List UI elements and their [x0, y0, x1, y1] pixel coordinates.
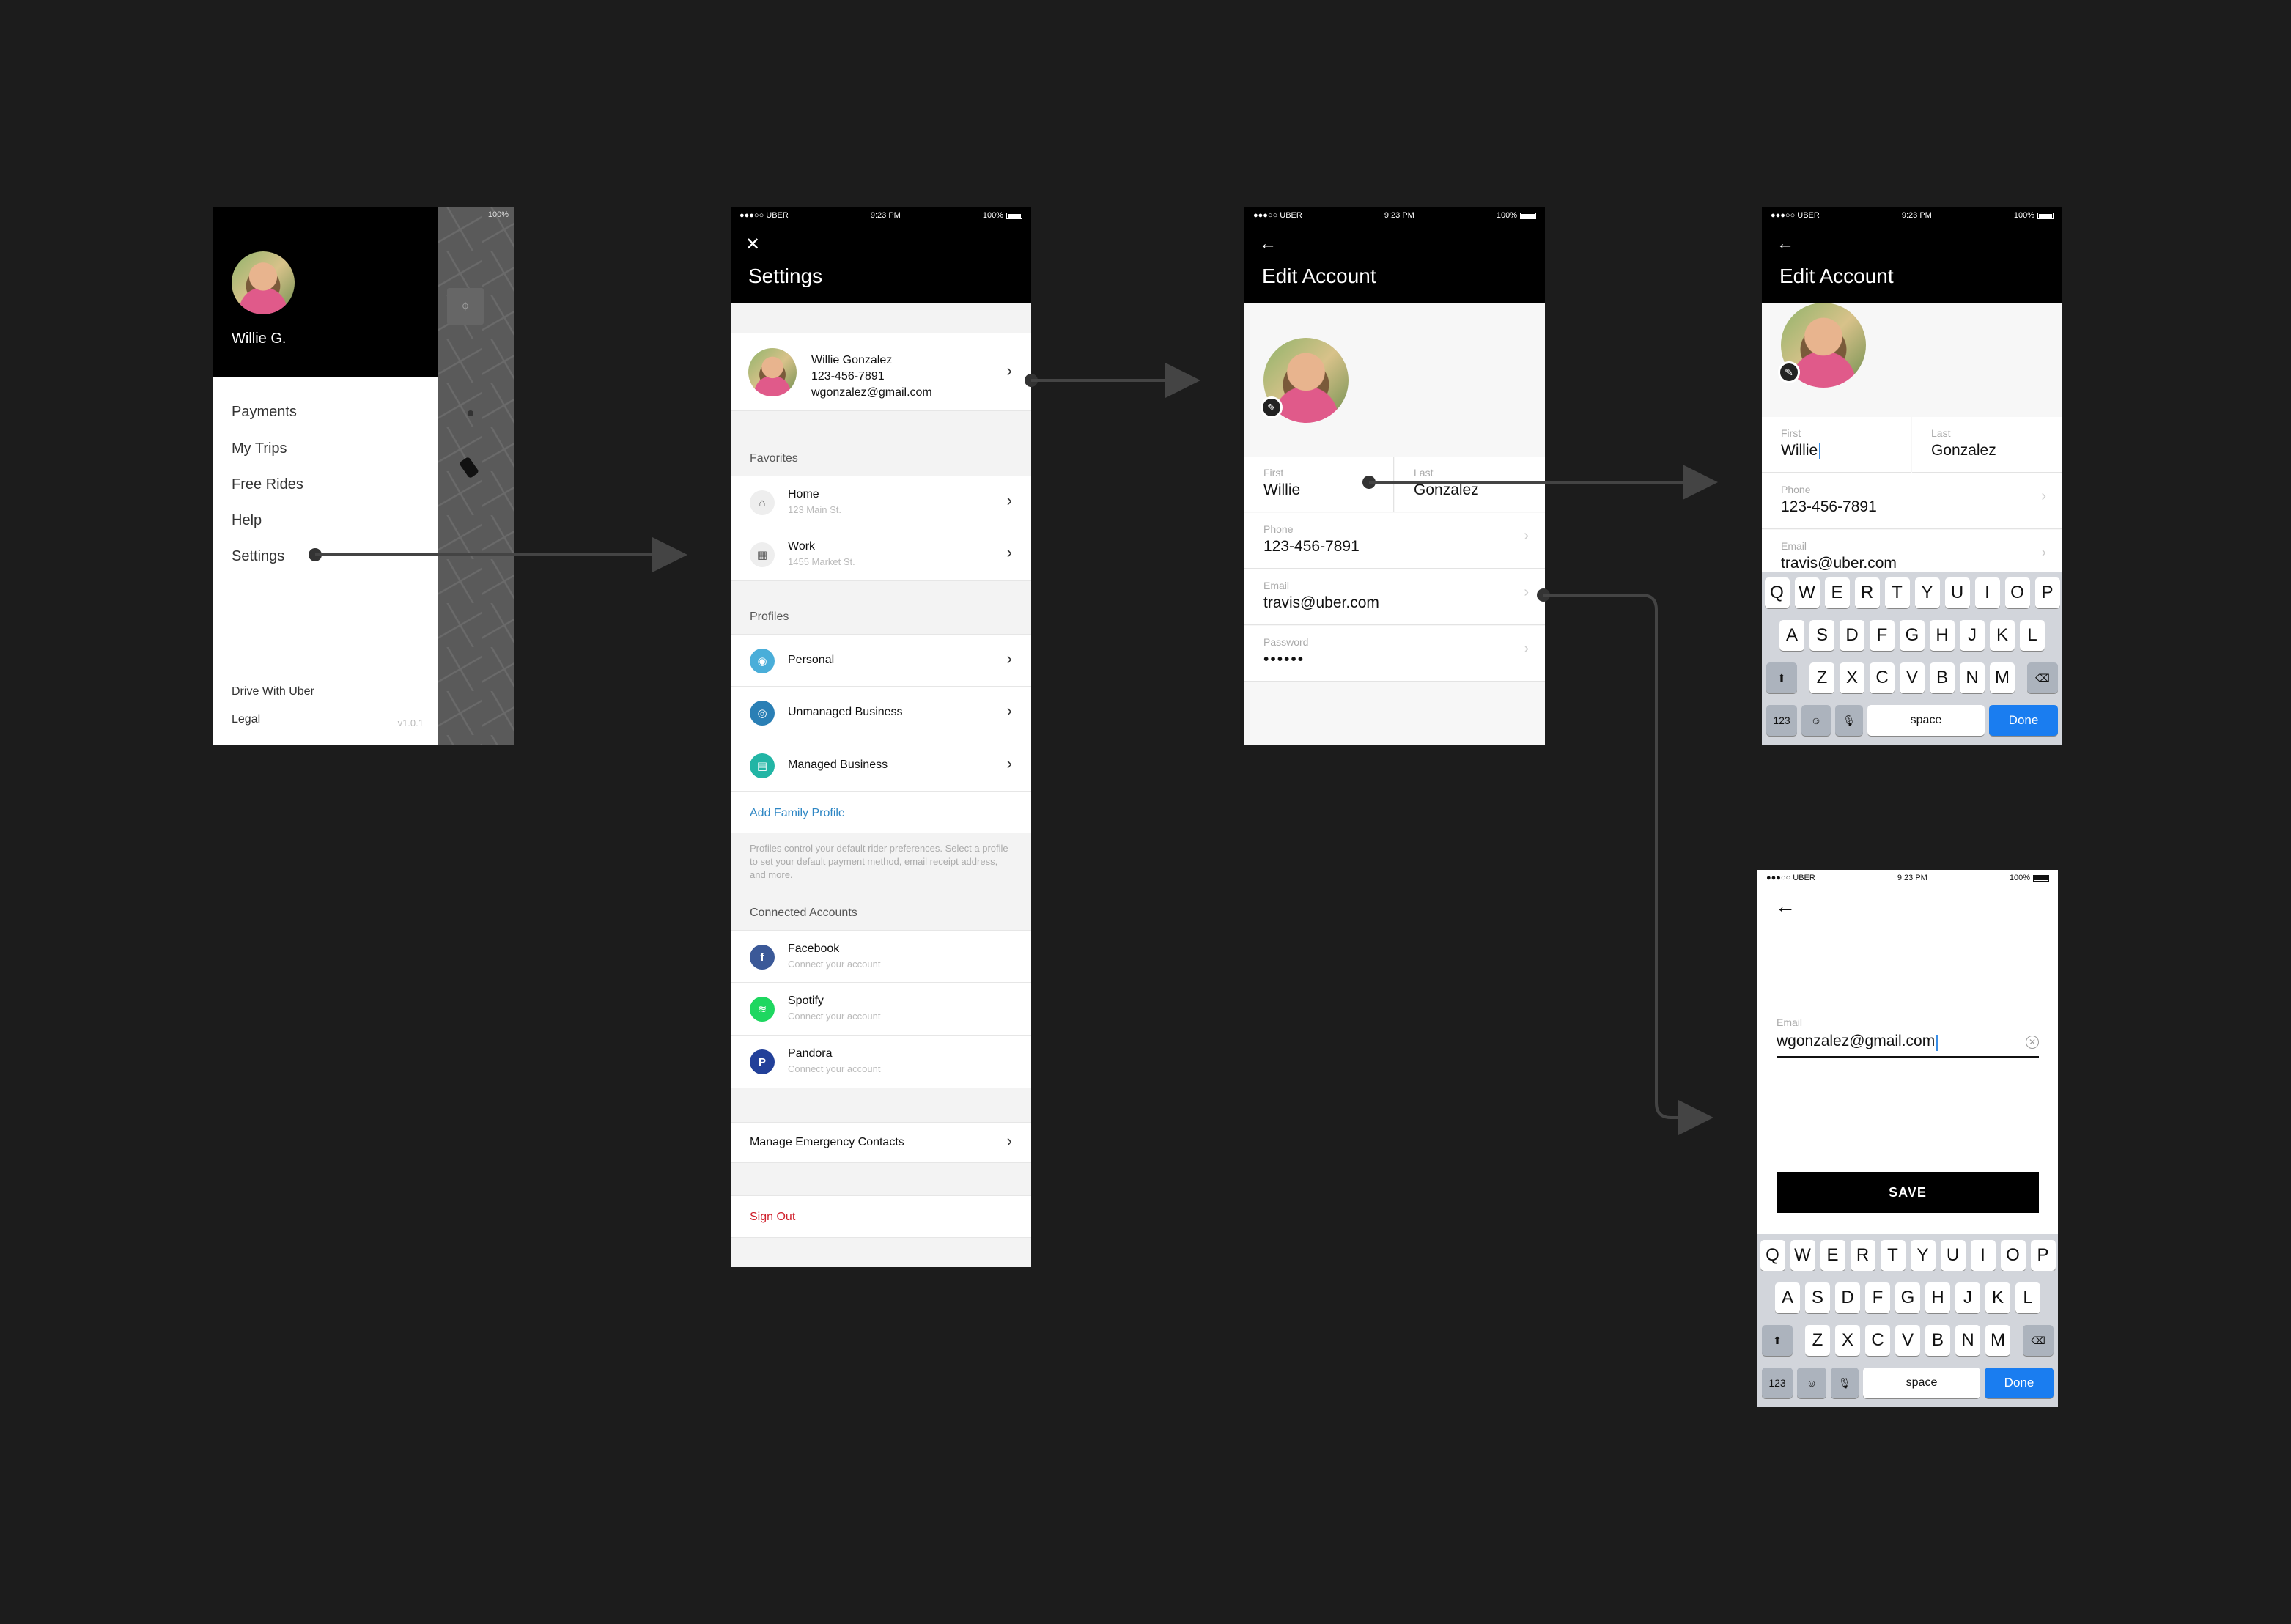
- connector-settings-to-edit: [1025, 363, 1200, 398]
- connector-menu-to-settings: [309, 537, 687, 572]
- connector-first-name-to-keyboard: [1362, 465, 1718, 500]
- connector-email-to-email-screen: [1537, 588, 1713, 1135]
- flow-connectors: [309, 363, 1718, 1135]
